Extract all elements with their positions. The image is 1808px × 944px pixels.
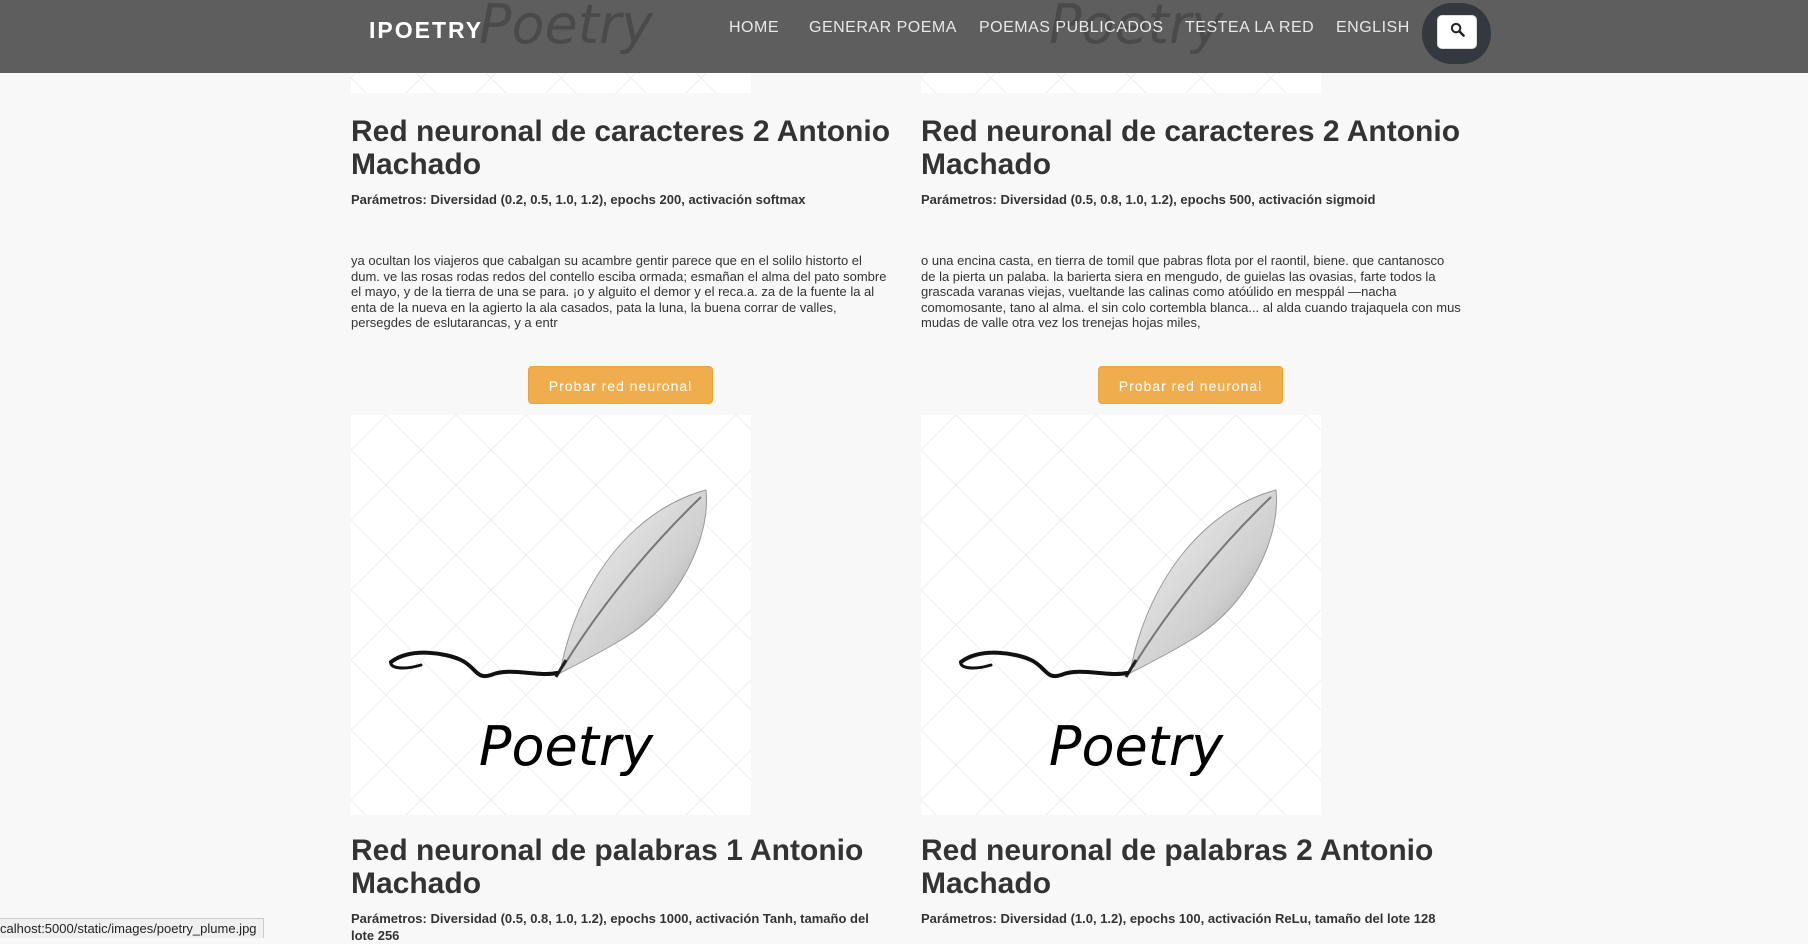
card-title-1: Red neuronal de caracteres 2 Antonio Mac… — [351, 115, 891, 181]
nav-english[interactable]: ENGLISH — [1336, 19, 1410, 37]
card-params-4: Parámetros: Diversidad (1.0, 1.2), epoch… — [921, 911, 1436, 926]
card-title-2: Red neuronal de caracteres 2 Antonio Mac… — [921, 115, 1461, 181]
card-poem-2: o una encina casta, en tierra de tomil q… — [921, 253, 1461, 330]
poetry-logo-text: Poetry — [1049, 715, 1224, 778]
probar-red-button-1[interactable]: Probar red neuronal — [528, 366, 713, 404]
link-status-bar: calhost:5000/static/images/poetry_plume.… — [0, 918, 264, 938]
card-params-2: Parámetros: Diversidad (0.5, 0.8, 1.0, 1… — [921, 192, 1376, 207]
search-button[interactable] — [1437, 15, 1477, 49]
card-title-4: Red neuronal de palabras 2 Antonio Macha… — [921, 834, 1434, 900]
poetry-logo-text: Poetry — [479, 715, 654, 778]
brand-logo[interactable]: IPOETRY — [369, 17, 483, 44]
card-image-4: Poetry — [921, 415, 1321, 815]
nav-generar-poema[interactable]: GENERAR POEMA — [809, 19, 957, 37]
nav-home[interactable]: HOME — [729, 19, 779, 37]
card-image-3: Poetry — [351, 415, 751, 815]
card-params-1: Parámetros: Diversidad (0.2, 0.5, 1.0, 1… — [351, 192, 806, 207]
nav-testea-la-red[interactable]: TESTEA LA RED — [1185, 19, 1314, 37]
top-navbar: IPOETRY HOME GENERAR POEMA POEMAS PUBLIC… — [0, 0, 1808, 73]
card-poem-1: ya ocultan los viajeros que cabalgan su … — [351, 253, 887, 330]
card-title-3: Red neuronal de palabras 1 Antonio Macha… — [351, 834, 864, 900]
search-icon — [1450, 22, 1465, 42]
card-params-3: Parámetros: Diversidad (0.5, 0.8, 1.0, 1… — [351, 911, 869, 943]
search-wrapper — [1422, 3, 1491, 64]
poetry-feather-illustration: Poetry — [351, 415, 751, 815]
nav-poemas-publicados[interactable]: POEMAS PUBLICADOS — [979, 19, 1164, 37]
poetry-feather-illustration: Poetry — [921, 415, 1321, 815]
probar-red-button-2[interactable]: Probar red neuronal — [1098, 366, 1283, 404]
